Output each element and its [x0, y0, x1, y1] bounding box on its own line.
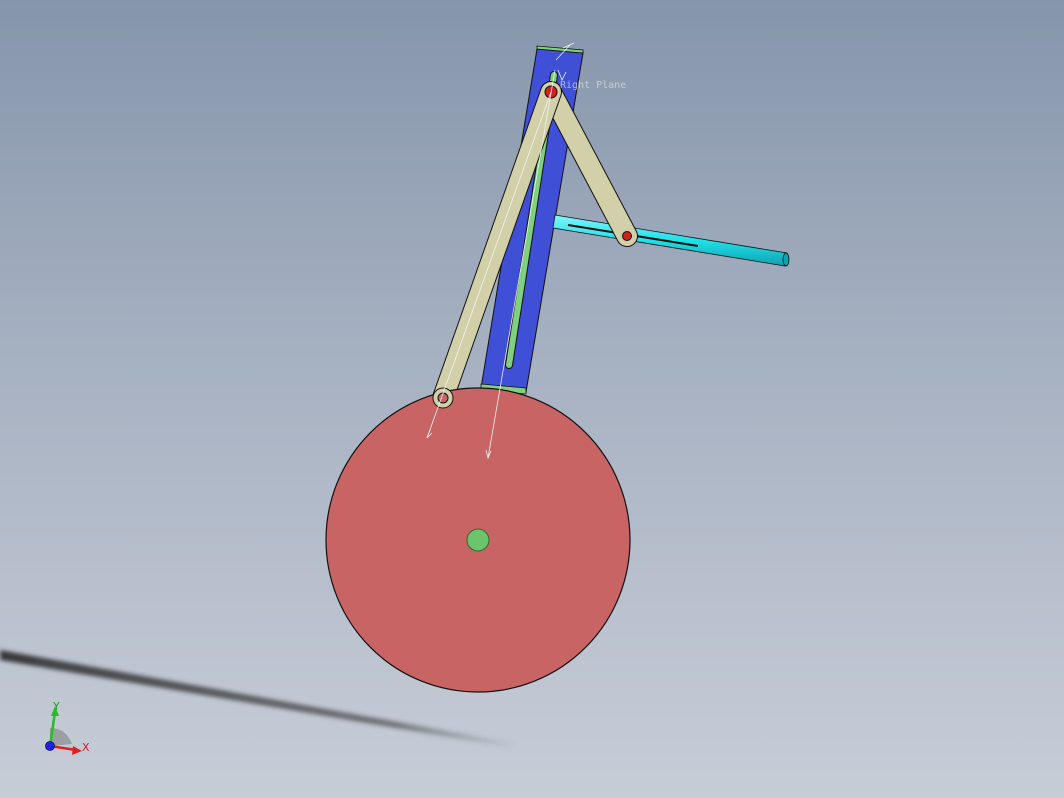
rod-pin[interactable]: [622, 231, 632, 241]
long-link-end: [432, 387, 454, 409]
cad-viewport[interactable]: Right Plane Y X: [0, 0, 1064, 798]
triad-y-label: Y: [52, 700, 60, 713]
coordinate-triad: Y X: [45, 700, 90, 755]
triad-x-label: X: [82, 741, 90, 754]
z-axis-origin: [45, 741, 55, 751]
cyan-rod[interactable]: [552, 214, 790, 267]
wheel-hub[interactable]: [466, 528, 490, 552]
plane-label: Right Plane: [560, 80, 626, 91]
